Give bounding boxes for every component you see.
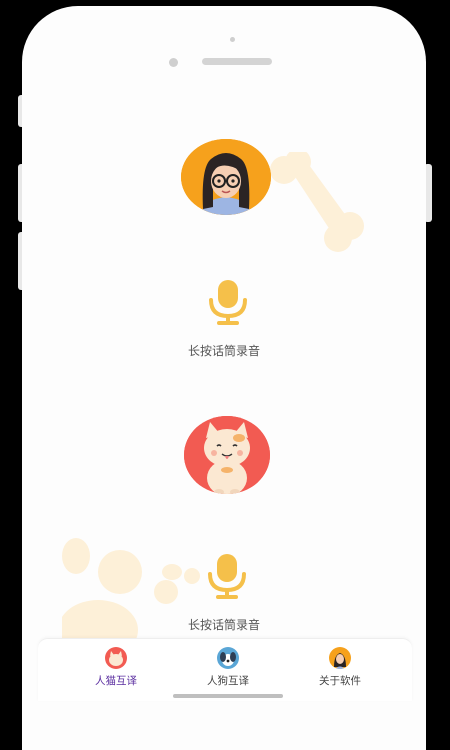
tab-cat-translate[interactable]: 人猫互译	[54, 639, 178, 699]
bottom-tab-bar: 人猫互译 人狗互译 关于软件	[38, 638, 412, 701]
dog-tab-icon	[217, 647, 239, 669]
record-hint-label: 长按话筒录音	[187, 618, 260, 632]
microphone-icon[interactable]	[206, 552, 248, 600]
tab-dog-translate[interactable]: 人狗互译	[166, 639, 290, 699]
microphone-icon[interactable]	[207, 278, 249, 326]
cat-avatar	[184, 416, 270, 494]
user-avatar	[181, 139, 271, 215]
earpiece-speaker	[202, 58, 272, 65]
phone-screen: 长按话筒录音 长按话筒录音 人猫互译 人狗互译 关于软件	[22, 6, 426, 750]
sensor-dot	[230, 37, 235, 42]
cat-tab-icon	[105, 647, 127, 669]
cat-avatar-icon	[184, 416, 270, 494]
bone-decoration-icon	[270, 152, 364, 252]
record-hint-label: 长按话筒录音	[187, 344, 260, 358]
tab-label: 人猫互译	[95, 675, 137, 687]
girl-with-glasses-avatar-icon	[181, 139, 271, 215]
front-camera	[169, 58, 178, 67]
user-tab-icon	[329, 647, 351, 669]
home-indicator	[173, 694, 283, 698]
tab-label: 关于软件	[319, 675, 361, 687]
tab-label: 人狗互译	[207, 675, 249, 687]
tab-about[interactable]: 关于软件	[278, 639, 402, 699]
